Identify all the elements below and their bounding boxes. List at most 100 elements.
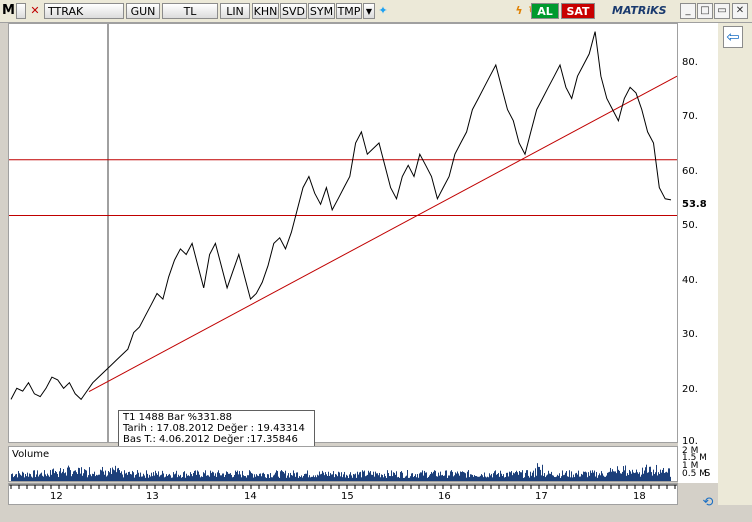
volume-bar — [358, 474, 359, 481]
volume-bar — [402, 472, 403, 481]
volume-bar — [583, 471, 584, 481]
price-chart-panel[interactable] — [8, 23, 678, 443]
volume-bar — [41, 472, 42, 481]
volume-bar — [234, 474, 235, 481]
volume-bar — [178, 474, 179, 481]
volume-bar — [554, 477, 555, 481]
volume-bar — [214, 475, 215, 481]
volume-bar — [480, 475, 481, 481]
close-icon[interactable]: ✕ — [732, 3, 748, 19]
volume-bar — [544, 473, 545, 481]
volume-bar — [524, 477, 525, 481]
chevron-down-icon[interactable]: ▼ — [363, 3, 375, 19]
maximize-icon[interactable]: □ — [697, 3, 713, 19]
period-button[interactable]: GUN — [126, 3, 160, 19]
volume-bar — [503, 474, 504, 481]
volume-bar — [54, 473, 55, 481]
volume-bar — [287, 475, 288, 481]
volume-bar — [470, 474, 471, 481]
price-chart[interactable] — [9, 24, 677, 442]
volume-bar — [383, 477, 384, 481]
volume-bar — [107, 475, 108, 481]
volume-bar — [111, 474, 112, 481]
volume-bar — [665, 472, 666, 481]
volume-bar — [537, 463, 538, 481]
volume-bar — [330, 473, 331, 481]
volume-bar — [298, 477, 299, 481]
volume-bar — [225, 474, 226, 481]
twitter-icon[interactable]: ✦ — [376, 3, 390, 19]
volume-bar — [99, 474, 100, 481]
volume-bar — [45, 474, 46, 481]
volume-bar — [175, 473, 176, 481]
volume-bar — [411, 473, 412, 481]
volume-bar — [523, 477, 524, 481]
currency-button[interactable]: TL — [162, 3, 218, 19]
volume-bar — [158, 471, 159, 481]
volume-bar — [378, 475, 379, 481]
restore-icon[interactable]: ▭ — [714, 3, 730, 19]
volume-bar — [497, 473, 498, 481]
volume-bar — [580, 476, 581, 481]
svd-button[interactable]: SVD — [280, 3, 307, 19]
volume-bar — [618, 469, 619, 481]
sym-button[interactable]: SYM — [308, 3, 335, 19]
s-button[interactable]: S — [704, 468, 710, 479]
volume-bar — [75, 470, 76, 481]
volume-bar — [483, 477, 484, 481]
volume-bar — [109, 472, 110, 481]
volume-bar — [92, 473, 93, 481]
sell-button[interactable]: SAT — [561, 3, 595, 19]
volume-bar — [284, 473, 285, 481]
volume-bar — [239, 471, 240, 481]
volume-bar — [103, 471, 104, 481]
volume-bar — [372, 474, 373, 481]
volume-bar — [511, 471, 512, 481]
close-symbol-icon[interactable]: ✕ — [28, 5, 42, 17]
volume-bar — [179, 476, 180, 481]
volume-panel[interactable] — [8, 446, 678, 482]
volume-bar — [343, 474, 344, 481]
buy-button[interactable]: AL — [531, 3, 559, 19]
sync-icon[interactable]: ⟲ — [700, 495, 716, 511]
volume-bar — [581, 473, 582, 481]
menu-toggle-button[interactable] — [16, 3, 26, 19]
volume-bar — [435, 470, 436, 481]
back-arrow-icon[interactable]: ⇦ — [723, 26, 743, 48]
volume-bar — [489, 473, 490, 481]
volume-bar — [652, 475, 653, 481]
volume-bar — [315, 475, 316, 481]
volume-bar — [118, 467, 119, 481]
volume-bar — [650, 466, 651, 481]
volume-bar — [579, 476, 580, 481]
volume-bar — [98, 474, 99, 481]
volume-bar — [112, 467, 113, 481]
volume-bar — [144, 475, 145, 481]
volume-bar — [578, 470, 579, 481]
volume-bar — [518, 474, 519, 481]
scale-button[interactable]: LIN — [220, 3, 250, 19]
volume-bar — [224, 477, 225, 481]
volume-bar — [148, 477, 149, 481]
volume-bar — [341, 472, 342, 481]
volume-bar — [59, 471, 60, 481]
volume-bar — [182, 476, 183, 481]
volume-bar — [501, 473, 502, 481]
volume-bar — [297, 472, 298, 481]
volume-bar — [529, 477, 530, 481]
volume-bar — [188, 475, 189, 481]
minimize-icon[interactable]: _ — [680, 3, 696, 19]
volume-bar — [237, 470, 238, 481]
volume-bar — [21, 475, 22, 481]
volume-bar — [319, 471, 320, 481]
tmp-button[interactable]: TMP — [336, 3, 362, 19]
volume-bar — [90, 474, 91, 481]
symbol-input[interactable]: TTRAK — [44, 3, 124, 19]
lightning-icon[interactable]: ϟ — [512, 3, 526, 19]
khn-button[interactable]: KHN — [252, 3, 279, 19]
volume-bar — [146, 470, 147, 481]
volume-bar — [233, 476, 234, 481]
volume-bar — [617, 466, 618, 481]
volume-bar — [340, 476, 341, 481]
volume-bar — [128, 471, 129, 481]
